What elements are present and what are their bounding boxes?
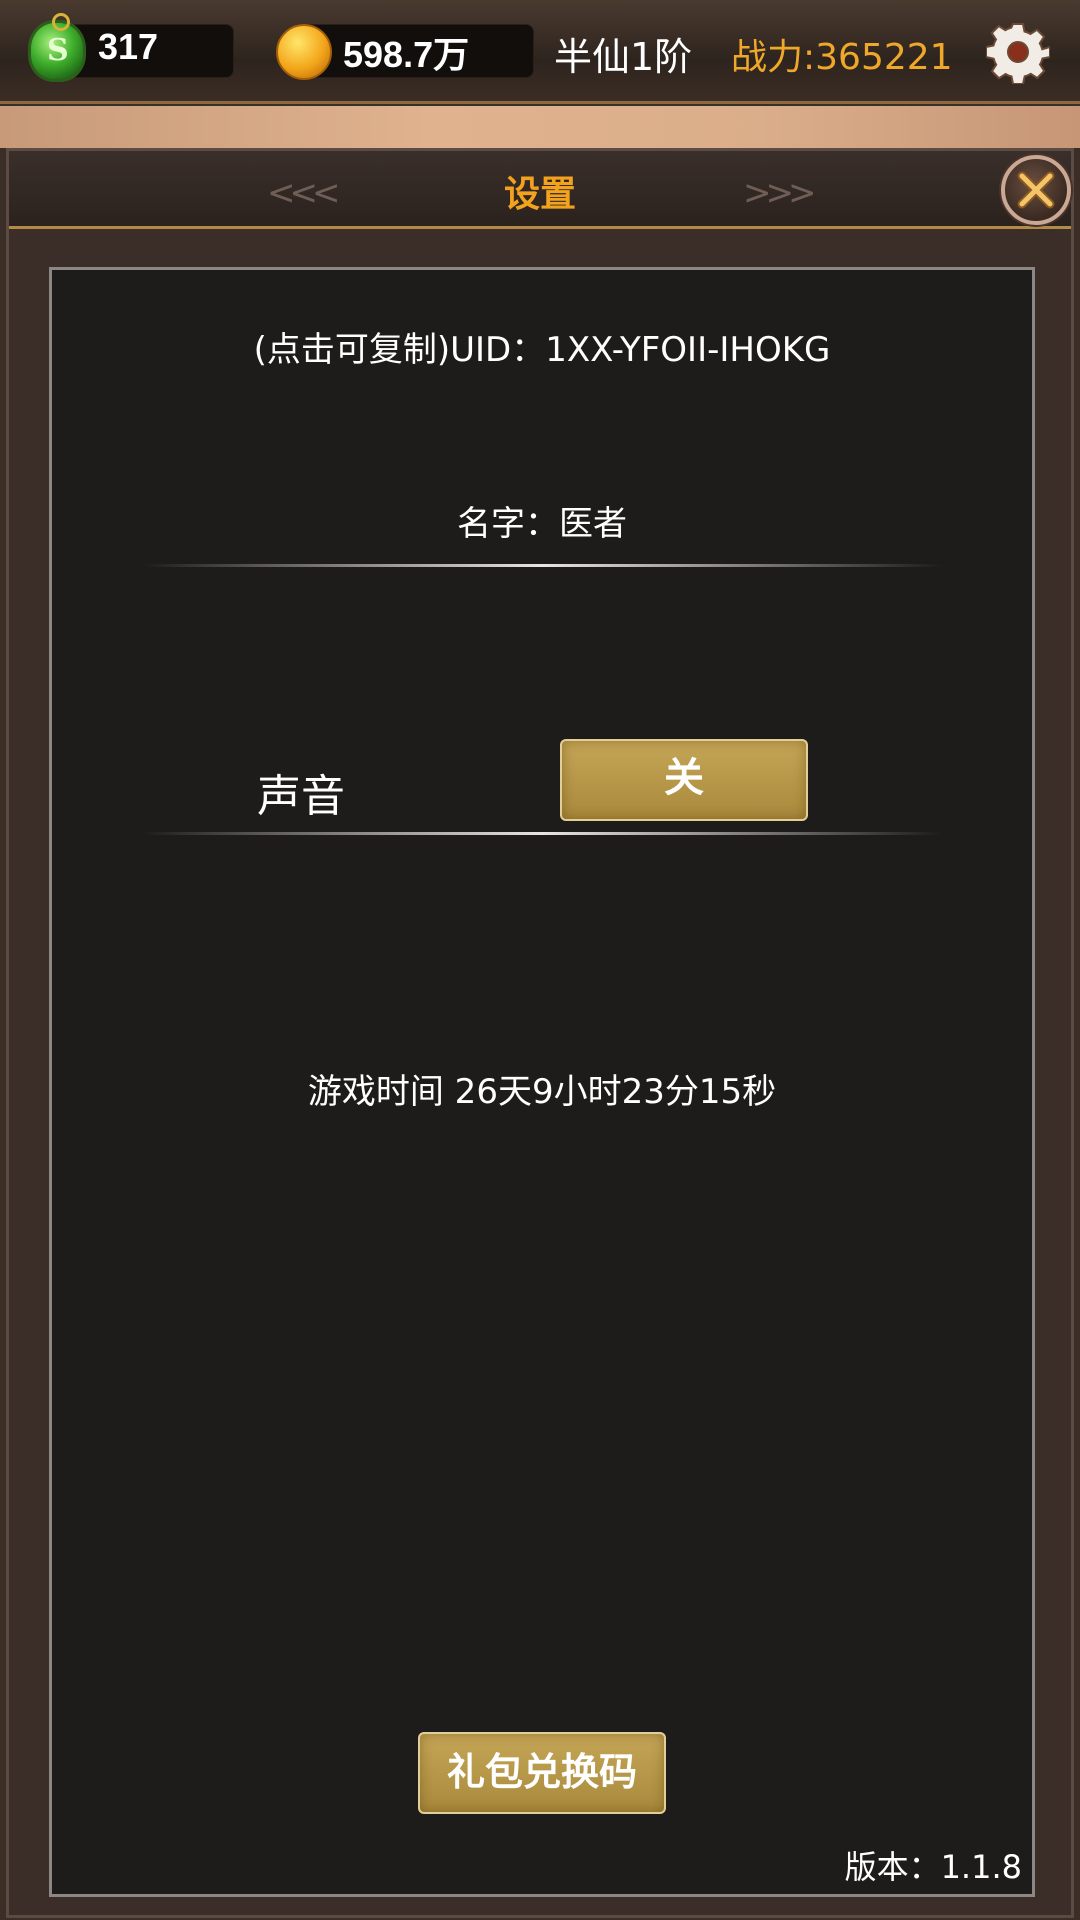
settings-panel: (点击可复制)UID：1XX-YFOII-IHOKG 名字：医者 声音 关 游戏… (49, 267, 1035, 1897)
jade-icon (28, 13, 86, 82)
gift-code-button[interactable]: 礼包兑换码 (418, 1732, 666, 1814)
sound-label: 声音 (257, 771, 345, 822)
gold-amount: 598.7万 (343, 34, 470, 75)
divider (142, 832, 942, 835)
version-label: 版本：1.1.8 (844, 1848, 1022, 1886)
combat-power: 战力:365221 (731, 37, 953, 78)
gear-icon[interactable] (986, 20, 1050, 84)
close-button[interactable] (1001, 155, 1071, 225)
divider (142, 564, 942, 567)
gold-coin-icon (276, 24, 332, 80)
top-status-bar: 317 598.7万 半仙1阶 战力:365221 (0, 0, 1080, 104)
background-strip (0, 106, 1080, 148)
cultivation-rank: 半仙1阶 (554, 35, 693, 79)
settings-dialog: <<< 设置 >>> (点击可复制)UID：1XX-YFOII-IHOKG 名字… (6, 148, 1074, 1918)
ornament-right-icon: >>> (743, 173, 817, 213)
close-icon (1017, 171, 1055, 209)
uid-copy-text[interactable]: (点击可复制)UID：1XX-YFOII-IHOKG (52, 322, 1032, 371)
play-time: 游戏时间 26天9小时23分15秒 (307, 1072, 777, 1112)
dialog-header: <<< 设置 >>> (9, 151, 1071, 229)
player-name: 名字：医者 (457, 504, 627, 544)
sound-toggle-button[interactable]: 关 (560, 739, 808, 821)
jade-count: 317 (98, 26, 159, 67)
dialog-title: 设置 (503, 174, 576, 215)
